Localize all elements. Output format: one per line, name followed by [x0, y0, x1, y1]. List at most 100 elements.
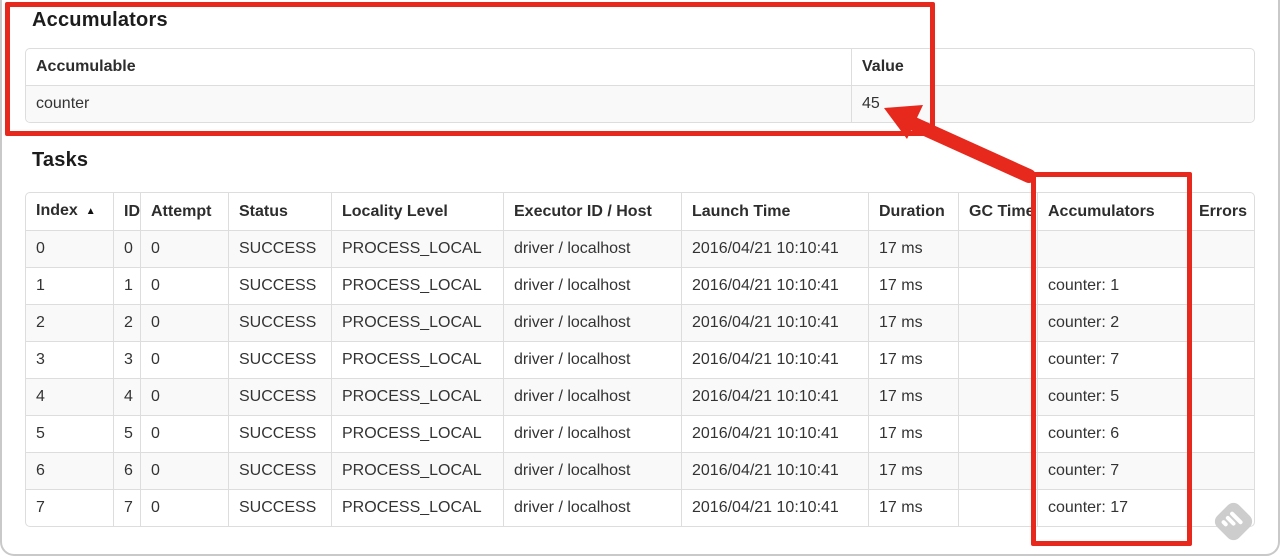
cell-index: 1	[26, 267, 113, 304]
cell-attempt: 0	[140, 452, 228, 489]
cell-duration: 17 ms	[868, 378, 958, 415]
cell-locality-level: PROCESS_LOCAL	[331, 489, 503, 526]
column-header-label: Accumulators	[1048, 202, 1155, 220]
cell-index: 0	[26, 230, 113, 267]
table-row: 2 2 0 SUCCESS PROCESS_LOCAL driver / localhos…	[26, 304, 1254, 341]
cell-locality-level: PROCESS_LOCAL	[331, 304, 503, 341]
cell-launch-time: 2016/04/21 10:10:41	[681, 378, 868, 415]
cell-executor-id-host: driver / localhost	[503, 304, 681, 341]
cell-status: SUCCESS	[228, 415, 331, 452]
cell-accumulators: counter: 2	[1037, 304, 1188, 341]
column-header-label: Value	[862, 58, 904, 75]
cell-attempt: 0	[140, 341, 228, 378]
header-row: Index ▲ ID Attempt Status Locality Level Execu…	[26, 193, 1254, 230]
tasks-table: Index ▲ ID Attempt Status Locality Level Execu…	[25, 192, 1255, 527]
column-header-label: GC Time	[969, 202, 1035, 220]
cell-status: SUCCESS	[228, 341, 331, 378]
cell-launch-time: 2016/04/21 10:10:41	[681, 489, 868, 526]
cell-locality-level: PROCESS_LOCAL	[331, 452, 503, 489]
accumulators-table-header: Accumulable Value	[26, 49, 1254, 85]
column-header-id[interactable]: ID	[113, 193, 140, 230]
cell-accumulators: counter: 6	[1037, 415, 1188, 452]
cell-id: 5	[113, 415, 140, 452]
accumulators-table: Accumulable Value counter 45	[25, 48, 1255, 123]
cell-accumulable: counter	[26, 85, 851, 122]
cell-attempt: 0	[140, 415, 228, 452]
cell-gc-time	[958, 304, 1037, 341]
column-header-label: Attempt	[151, 202, 212, 220]
table-row: counter 45	[26, 85, 1254, 122]
cell-executor-id-host: driver / localhost	[503, 378, 681, 415]
cell-errors	[1188, 230, 1254, 267]
cell-launch-time: 2016/04/21 10:10:41	[681, 230, 868, 267]
column-header-attempt[interactable]: Attempt	[140, 193, 228, 230]
cell-executor-id-host: driver / localhost	[503, 489, 681, 526]
column-header-label: Launch Time	[692, 202, 791, 220]
cell-status: SUCCESS	[228, 304, 331, 341]
column-header-gc-time[interactable]: GC Time	[958, 193, 1037, 230]
cell-executor-id-host: driver / localhost	[503, 415, 681, 452]
cell-status: SUCCESS	[228, 378, 331, 415]
column-header-executor-id-host[interactable]: Executor ID / Host	[503, 193, 681, 230]
column-header-value: Value	[851, 49, 1254, 85]
cell-accumulators: counter: 1	[1037, 267, 1188, 304]
column-header-launch-time[interactable]: Launch Time	[681, 193, 868, 230]
cell-id: 3	[113, 341, 140, 378]
cell-locality-level: PROCESS_LOCAL	[331, 267, 503, 304]
cell-locality-level: PROCESS_LOCAL	[331, 378, 503, 415]
cell-launch-time: 2016/04/21 10:10:41	[681, 415, 868, 452]
cell-status: SUCCESS	[228, 267, 331, 304]
column-header-duration[interactable]: Duration	[868, 193, 958, 230]
cell-index: 5	[26, 415, 113, 452]
column-header-index[interactable]: Index ▲	[26, 193, 113, 230]
table-row: 6 6 0 SUCCESS PROCESS_LOCAL driver / localhos…	[26, 452, 1254, 489]
cell-duration: 17 ms	[868, 341, 958, 378]
cell-accumulators: counter: 7	[1037, 341, 1188, 378]
column-header-label: Accumulable	[36, 58, 136, 75]
cell-index: 7	[26, 489, 113, 526]
column-header-label: Executor ID / Host	[514, 202, 652, 220]
column-header-status[interactable]: Status	[228, 193, 331, 230]
column-header-errors[interactable]: Errors	[1188, 193, 1254, 230]
cell-errors	[1188, 304, 1254, 341]
column-header-label: Duration	[879, 202, 945, 220]
cell-value: 45	[851, 85, 1254, 122]
cell-gc-time	[958, 341, 1037, 378]
cell-duration: 17 ms	[868, 415, 958, 452]
column-header-locality-level[interactable]: Locality Level	[331, 193, 503, 230]
cell-duration: 17 ms	[868, 230, 958, 267]
cell-attempt: 0	[140, 230, 228, 267]
tasks-section-heading: Tasks	[32, 149, 89, 171]
accumulators-section-heading: Accumulators	[32, 9, 168, 31]
cell-index: 4	[26, 378, 113, 415]
cell-launch-time: 2016/04/21 10:10:41	[681, 304, 868, 341]
cell-gc-time	[958, 378, 1037, 415]
cell-id: 1	[113, 267, 140, 304]
cell-accumulators	[1037, 230, 1188, 267]
cell-index: 2	[26, 304, 113, 341]
cell-accumulators: counter: 17	[1037, 489, 1188, 526]
cell-launch-time: 2016/04/21 10:10:41	[681, 341, 868, 378]
cell-errors	[1188, 452, 1254, 489]
cell-attempt: 0	[140, 304, 228, 341]
cell-errors	[1188, 378, 1254, 415]
table-row: 1 1 0 SUCCESS PROCESS_LOCAL driver / localhos…	[26, 267, 1254, 304]
column-header-label: Errors	[1199, 202, 1248, 220]
cell-executor-id-host: driver / localhost	[503, 267, 681, 304]
cell-errors	[1188, 415, 1254, 452]
column-header-accumulable: Accumulable	[26, 49, 851, 85]
column-header-label: Index	[36, 202, 78, 219]
cell-index: 6	[26, 452, 113, 489]
table-row: 3 3 0 SUCCESS PROCESS_LOCAL driver / localhos…	[26, 341, 1254, 378]
cell-duration: 17 ms	[868, 489, 958, 526]
cell-launch-time: 2016/04/21 10:10:41	[681, 452, 868, 489]
cell-locality-level: PROCESS_LOCAL	[331, 415, 503, 452]
cell-accumulators: counter: 7	[1037, 452, 1188, 489]
cell-gc-time	[958, 230, 1037, 267]
table-row: 5 5 0 SUCCESS PROCESS_LOCAL driver / localhos…	[26, 415, 1254, 452]
cell-gc-time	[958, 452, 1037, 489]
column-header-accumulators[interactable]: Accumulators	[1037, 193, 1188, 230]
cell-accumulators: counter: 5	[1037, 378, 1188, 415]
table-row: 7 7 0 SUCCESS PROCESS_LOCAL driver / localhos…	[26, 489, 1254, 526]
cell-errors	[1188, 341, 1254, 378]
